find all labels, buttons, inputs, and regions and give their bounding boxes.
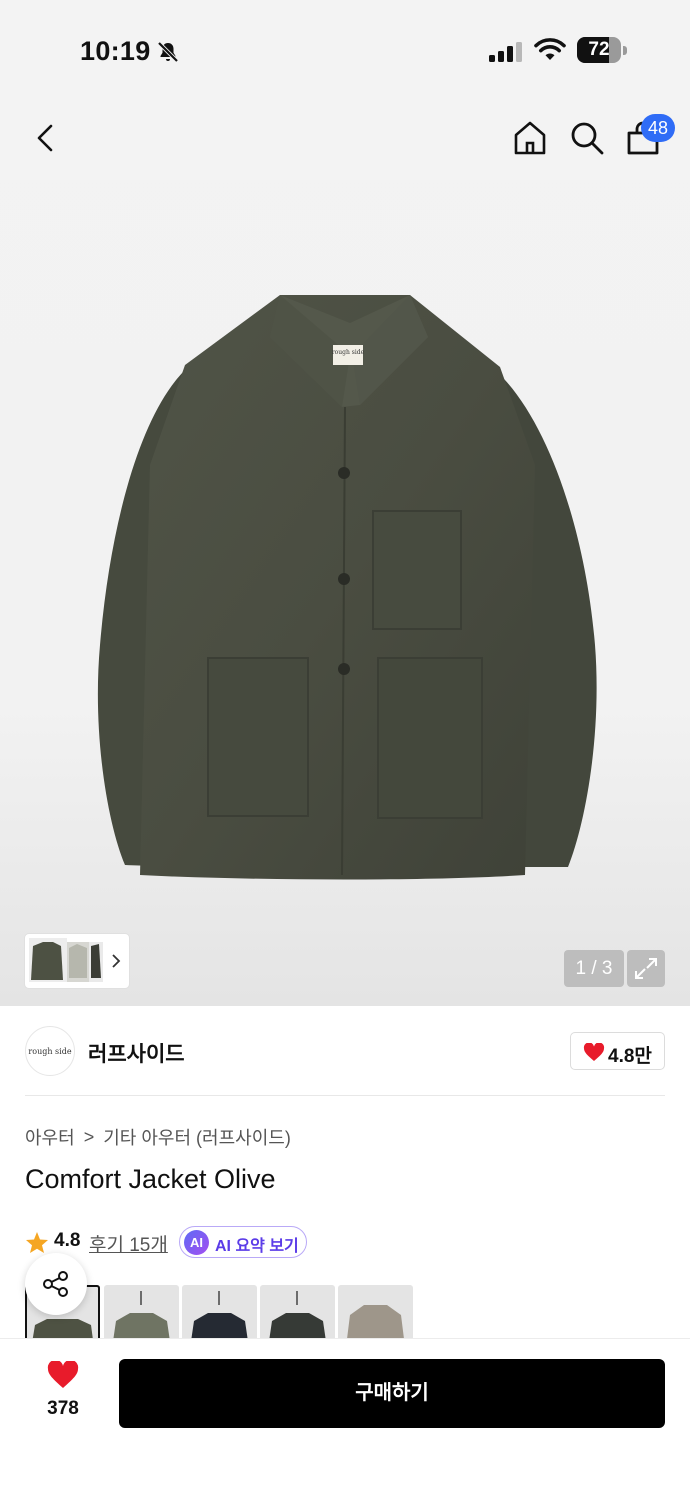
cellular-signal-icon [489, 42, 522, 62]
brand-like-count: 4.8만 [608, 1046, 652, 1067]
color-option-beige[interactable] [338, 1285, 413, 1339]
brand-name[interactable]: 러프사이드 [88, 1038, 185, 1068]
breadcrumb: 아우터 > 기타 아우터 (러프사이드) [25, 1124, 291, 1150]
battery-level: 72 [588, 39, 610, 60]
color-option-charcoal[interactable] [260, 1285, 335, 1339]
fullscreen-expand-icon[interactable] [627, 950, 665, 987]
wishlist-button[interactable]: 378 [28, 1359, 98, 1420]
search-icon[interactable] [568, 119, 606, 157]
bottom-action-bar: 378 구매하기 [0, 1338, 690, 1500]
ai-summary-button[interactable]: AI AI 요약 보기 [179, 1226, 307, 1258]
share-icon [43, 1271, 68, 1297]
buy-button[interactable]: 구매하기 [119, 1359, 665, 1428]
brand-label: rough side [332, 349, 365, 356]
wifi-icon [534, 38, 566, 60]
divider [25, 1095, 665, 1096]
share-button[interactable] [25, 1253, 87, 1315]
rating-value: 4.8 [54, 1230, 81, 1251]
product-image-area[interactable]: 10:19 72 48 rough side 1 / 3 [0, 0, 690, 1006]
heart-filled-icon [47, 1359, 79, 1388]
breadcrumb-subcategory[interactable]: 기타 아우터 (러프사이드) [103, 1128, 291, 1148]
wishlist-count: 378 [47, 1398, 79, 1419]
home-icon[interactable] [511, 119, 549, 157]
brand-logo[interactable]: rough side [25, 1026, 75, 1076]
bell-muted-icon [157, 41, 179, 63]
color-options [25, 1285, 665, 1339]
brand-like-button[interactable]: 4.8만 [570, 1032, 665, 1070]
breadcrumb-category[interactable]: 아우터 [25, 1128, 75, 1148]
ai-icon: AI [184, 1230, 209, 1255]
status-bar: 10:19 72 [0, 30, 690, 74]
heart-icon [583, 1043, 605, 1061]
cart-count-badge: 48 [641, 114, 675, 142]
color-option-navy[interactable] [182, 1285, 257, 1339]
ai-summary-label: AI 요약 보기 [215, 1238, 299, 1255]
product-image[interactable]: rough side [80, 285, 610, 885]
image-pager: 1 / 3 [564, 950, 624, 987]
thumbnail-preview [29, 938, 121, 982]
product-title: Comfort Jacket Olive [25, 1164, 276, 1194]
image-thumbnail-strip[interactable] [25, 934, 129, 988]
battery-indicator: 72 [577, 37, 627, 63]
reviews-link[interactable]: 후기 15개 [89, 1230, 168, 1257]
back-arrow-icon[interactable] [30, 121, 60, 155]
color-option-khaki[interactable] [104, 1285, 179, 1339]
star-icon [26, 1232, 48, 1253]
status-time: 10:19 [80, 36, 151, 66]
breadcrumb-separator-icon: > [83, 1126, 95, 1147]
